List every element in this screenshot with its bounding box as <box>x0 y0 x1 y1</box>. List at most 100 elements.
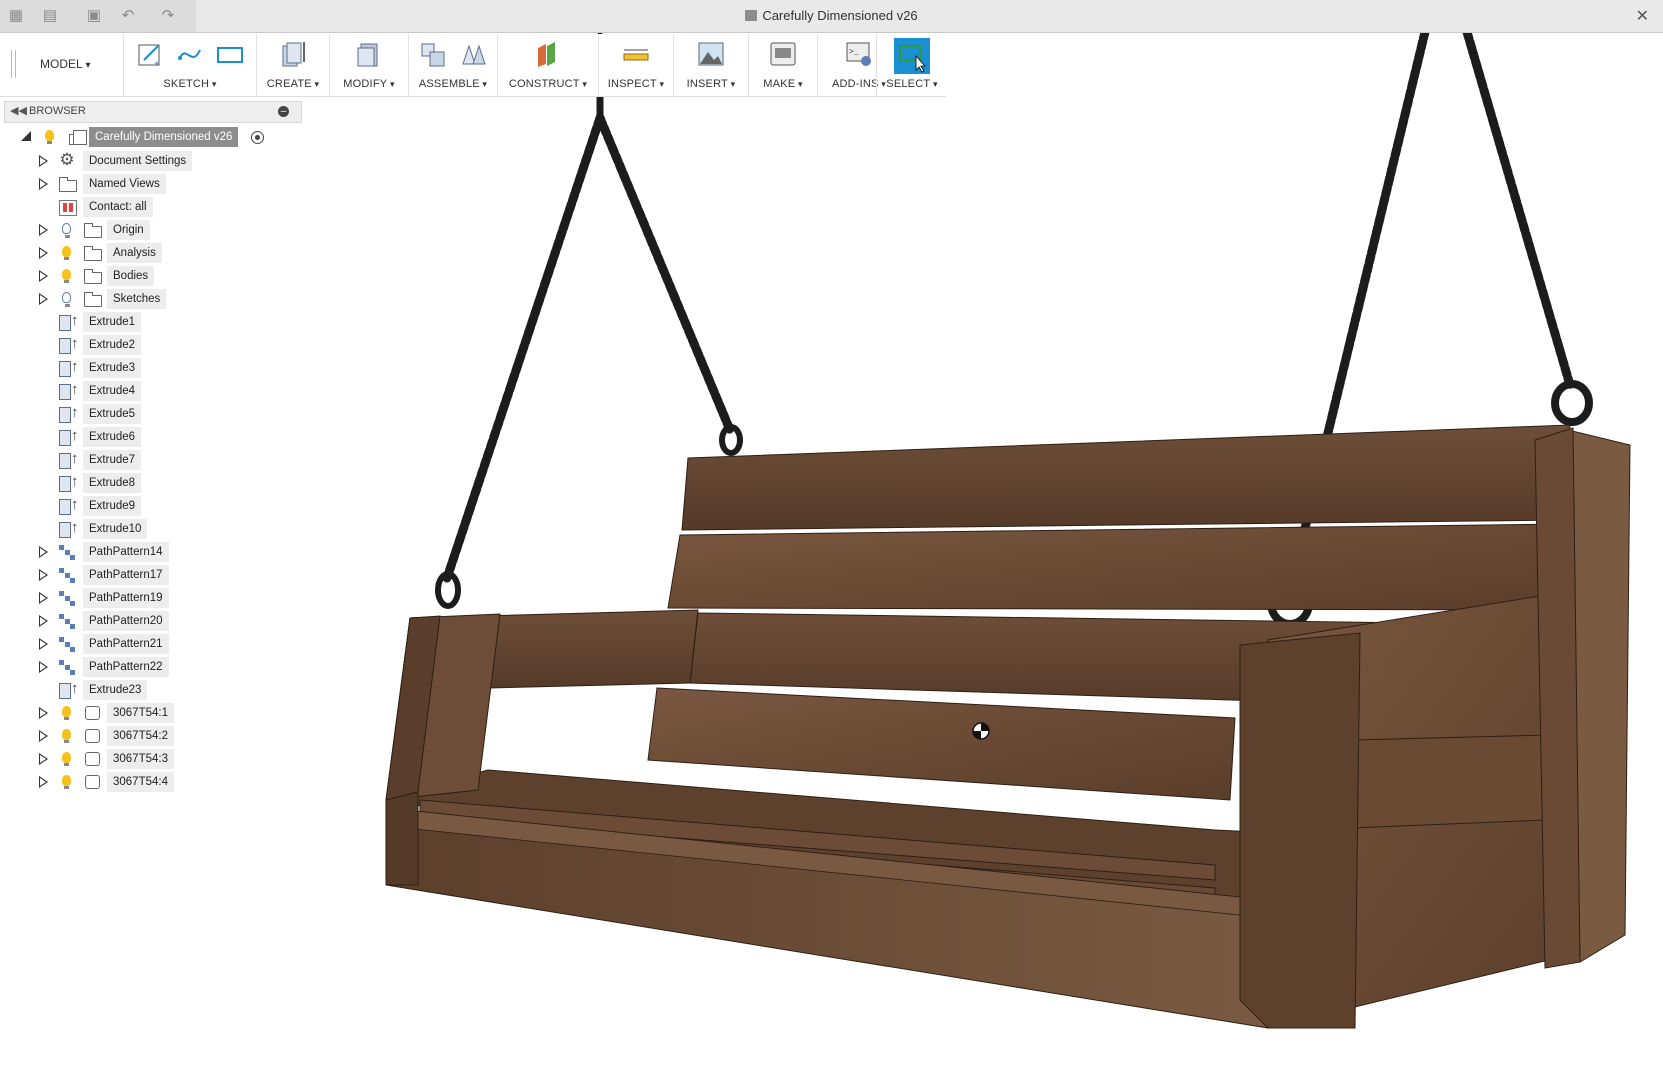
tree-item-component-3[interactable]: 3067T54:3 <box>0 749 320 771</box>
toolbar-group-construct[interactable]: CONSTRUCT <box>497 34 598 96</box>
expand-triangle-icon[interactable] <box>39 730 48 742</box>
tree-item-extrude9[interactable]: Extrude9 <box>0 496 320 518</box>
toolbar-group-select[interactable]: SELECT <box>876 34 947 96</box>
tree-item-label[interactable]: 3067T54:2 <box>107 726 174 746</box>
visibility-bulb-icon[interactable] <box>62 269 71 283</box>
tree-item-label[interactable]: Sketches <box>107 289 167 309</box>
tree-item-pathpattern21[interactable]: PathPattern21 <box>0 634 320 656</box>
tree-item-sketches[interactable]: Sketches <box>0 289 320 311</box>
insert-image-icon[interactable] <box>697 40 725 68</box>
toolbar-group-insert[interactable]: INSERT <box>673 34 748 96</box>
extrude-icon[interactable] <box>279 40 307 68</box>
select-icon[interactable] <box>894 38 930 74</box>
expand-triangle-icon[interactable] <box>39 661 48 673</box>
toolbar-group-assemble[interactable]: ASSEMBLE <box>408 34 497 96</box>
toolbar-group-make[interactable]: MAKE <box>748 34 817 96</box>
tree-item-label[interactable]: Extrude7 <box>83 450 142 470</box>
tree-item-label[interactable]: Extrude1 <box>83 312 142 332</box>
visibility-bulb-icon[interactable] <box>45 130 54 144</box>
tree-item-label[interactable]: PathPattern19 <box>83 588 169 608</box>
assemble-menu[interactable]: ASSEMBLE <box>409 78 497 90</box>
expand-triangle-icon[interactable] <box>39 776 48 788</box>
tree-item-label[interactable]: 3067T54:1 <box>107 703 174 723</box>
tree-item-pathpattern22[interactable]: PathPattern22 <box>0 657 320 679</box>
tree-item-label[interactable]: Extrude3 <box>83 358 142 378</box>
tree-item-label[interactable]: PathPattern17 <box>83 565 169 585</box>
expand-triangle-icon[interactable] <box>39 569 48 581</box>
tree-item-label[interactable]: Bodies <box>107 266 155 286</box>
expand-triangle-icon[interactable] <box>39 707 48 719</box>
tree-root-label[interactable]: Carefully Dimensioned v26 <box>89 127 239 147</box>
expand-triangle-icon[interactable] <box>39 178 48 190</box>
joint-icon[interactable] <box>459 40 487 68</box>
tree-item-label[interactable]: Analysis <box>107 243 162 263</box>
expand-triangle-icon[interactable] <box>39 293 48 305</box>
tree-item-label[interactable]: Extrude9 <box>83 496 142 516</box>
tree-item-extrude2[interactable]: Extrude2 <box>0 335 320 357</box>
tree-item-label[interactable]: Extrude8 <box>83 473 142 493</box>
minimize-panel-icon[interactable]: – <box>278 106 289 117</box>
collapse-panel-icon[interactable]: ◀◀ <box>10 104 27 117</box>
tree-item-extrude23[interactable]: Extrude23 <box>0 680 320 702</box>
tree-item-label[interactable]: PathPattern21 <box>83 634 169 654</box>
expand-triangle-icon[interactable] <box>39 270 48 282</box>
tree-item-label[interactable]: Contact: all <box>83 197 153 217</box>
expand-triangle-icon[interactable] <box>39 247 48 259</box>
expand-triangle-icon[interactable] <box>39 592 48 604</box>
tree-item-component-4[interactable]: 3067T54:4 <box>0 772 320 794</box>
tree-item-extrude6[interactable]: Extrude6 <box>0 427 320 449</box>
toolbar-group-inspect[interactable]: INSPECT <box>598 34 673 96</box>
tree-item-label[interactable]: Named Views <box>83 174 166 194</box>
tree-item-extrude3[interactable]: Extrude3 <box>0 358 320 380</box>
toolbar-grip[interactable] <box>11 50 16 78</box>
select-menu[interactable]: SELECT <box>877 78 947 90</box>
tree-item-extrude1[interactable]: Extrude1 <box>0 312 320 334</box>
tree-item-origin[interactable]: Origin <box>0 220 320 242</box>
tree-item-component-2[interactable]: 3067T54:2 <box>0 726 320 748</box>
spline-icon[interactable] <box>176 40 204 68</box>
press-pull-icon[interactable] <box>355 40 383 68</box>
rectangle-icon[interactable] <box>216 40 244 68</box>
new-component-icon[interactable] <box>419 40 447 68</box>
visibility-bulb-icon[interactable] <box>62 706 71 720</box>
expand-triangle-icon[interactable] <box>39 638 48 650</box>
tree-item-label[interactable]: Extrude5 <box>83 404 142 424</box>
expand-triangle-icon[interactable] <box>39 224 48 236</box>
modify-menu[interactable]: MODIFY <box>330 78 408 90</box>
tree-item-label[interactable]: Extrude10 <box>83 519 148 539</box>
tree-item-label[interactable]: PathPattern20 <box>83 611 169 631</box>
tree-item-label[interactable]: PathPattern14 <box>83 542 169 562</box>
insert-menu[interactable]: INSERT <box>674 78 748 90</box>
visibility-bulb-icon[interactable] <box>62 292 71 307</box>
tree-item-extrude10[interactable]: Extrude10 <box>0 519 320 541</box>
inspect-menu[interactable]: INSPECT <box>599 78 673 90</box>
scripts-icon[interactable]: >_ <box>845 40 873 68</box>
visibility-bulb-icon[interactable] <box>62 775 71 789</box>
tree-item-label[interactable]: Origin <box>107 220 150 240</box>
tree-root[interactable]: Carefully Dimensioned v26 <box>0 127 320 149</box>
activate-target-icon[interactable] <box>251 131 264 144</box>
collapse-triangle-icon[interactable] <box>21 131 31 141</box>
tree-item-component-1[interactable]: 3067T54:1 <box>0 703 320 725</box>
toolbar-group-sketch[interactable]: + SKETCH <box>123 34 256 96</box>
tree-item-label[interactable]: Document Settings <box>83 151 193 171</box>
tree-item-analysis[interactable]: Analysis <box>0 243 320 265</box>
tree-item-label[interactable]: Extrude4 <box>83 381 142 401</box>
close-icon[interactable]: ✕ <box>1636 6 1649 26</box>
tree-item-pathpattern14[interactable]: PathPattern14 <box>0 542 320 564</box>
create-sketch-icon[interactable]: + <box>136 40 164 70</box>
tree-item-label[interactable]: Extrude2 <box>83 335 142 355</box>
tree-item-pathpattern19[interactable]: PathPattern19 <box>0 588 320 610</box>
expand-triangle-icon[interactable] <box>39 753 48 765</box>
expand-triangle-icon[interactable] <box>39 155 48 167</box>
make-menu[interactable]: MAKE <box>749 78 817 90</box>
create-menu[interactable]: CREATE <box>257 78 329 90</box>
tree-item-extrude7[interactable]: Extrude7 <box>0 450 320 472</box>
tree-item-label[interactable]: Extrude6 <box>83 427 142 447</box>
tree-item-label[interactable]: 3067T54:4 <box>107 772 174 792</box>
tree-item-contact[interactable]: Contact: all <box>0 197 320 219</box>
tree-item-pathpattern17[interactable]: PathPattern17 <box>0 565 320 587</box>
expand-triangle-icon[interactable] <box>39 615 48 627</box>
tree-item-extrude4[interactable]: Extrude4 <box>0 381 320 403</box>
tree-item-pathpattern20[interactable]: PathPattern20 <box>0 611 320 633</box>
